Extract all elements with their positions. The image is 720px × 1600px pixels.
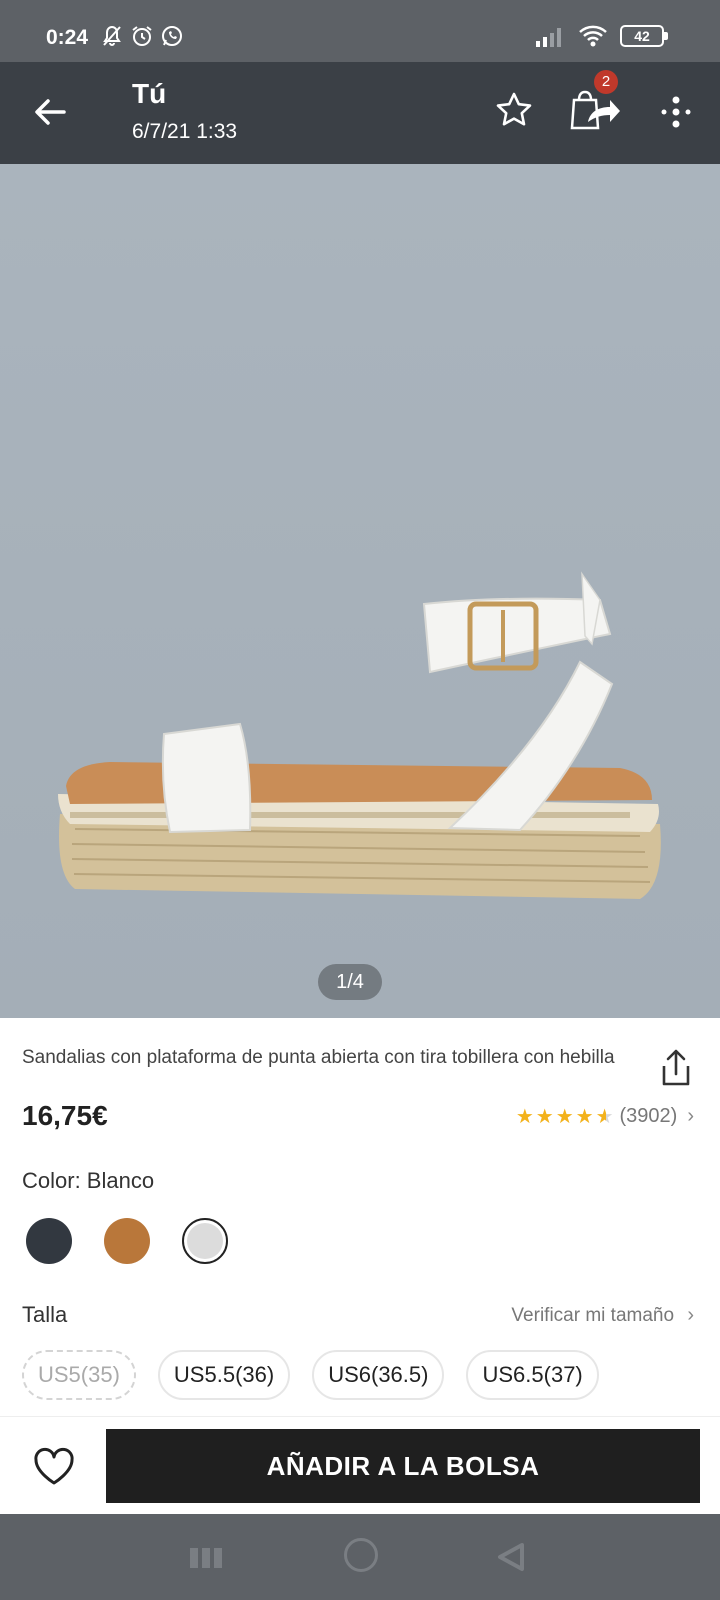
size-chip[interactable]: US6.5(37) — [466, 1350, 599, 1400]
size-check-link[interactable]: Verificar mi tamaño › — [511, 1304, 694, 1327]
alarm-icon — [132, 26, 152, 46]
product-price: 16,75€ — [22, 1100, 108, 1131]
wifi-icon — [579, 25, 607, 47]
size-options: US5(35) US5.5(36) US6(36.5) US6.5(37) — [22, 1350, 599, 1400]
status-icons-right: 42 — [536, 24, 668, 48]
star-half-icon: ★ — [595, 1106, 614, 1128]
bell-off-icon — [103, 25, 121, 46]
home-icon[interactable] — [344, 1538, 378, 1572]
size-check-label: Verificar mi tamaño — [511, 1305, 675, 1326]
rating-summary[interactable]: ★ ★ ★ ★ ★ (3902) › — [516, 1104, 694, 1129]
swatch-white[interactable] — [182, 1218, 228, 1264]
size-chip[interactable]: US5.5(36) — [157, 1350, 291, 1400]
chat-title: Tú — [132, 78, 167, 109]
chevron-right-icon: › — [687, 1304, 694, 1326]
recents-icon[interactable] — [190, 1548, 222, 1568]
star-filled-icon: ★ — [515, 1106, 534, 1128]
signal-icon — [536, 28, 561, 47]
size-label: Talla — [22, 1302, 68, 1327]
color-label: Color: Blanco — [22, 1168, 155, 1193]
star-filled-icon: ★ — [555, 1106, 574, 1128]
app-bar: Tú 6/7/21 1:33 2 — [0, 62, 720, 164]
share-icon[interactable] — [656, 1048, 696, 1088]
add-to-bag-button[interactable]: AÑADIR A LA BOLSA — [106, 1429, 700, 1503]
size-chip[interactable]: US5(35) — [22, 1350, 136, 1400]
whatsapp-icon — [162, 26, 182, 46]
status-icons-left — [100, 24, 184, 48]
swatch-black[interactable] — [26, 1218, 72, 1264]
color-swatches — [26, 1218, 228, 1264]
product-image[interactable]: 1/4 — [0, 164, 720, 1018]
size-chip[interactable]: US6(36.5) — [312, 1350, 445, 1400]
action-bar: AÑADIR A LA BOLSA — [0, 1416, 720, 1514]
review-count: (3902) — [619, 1105, 678, 1127]
swatch-tan[interactable] — [104, 1218, 150, 1264]
status-bar: 0:24 42 — [0, 0, 720, 62]
star-icon[interactable] — [494, 90, 534, 130]
chat-timestamp: 6/7/21 1:33 — [132, 120, 238, 143]
star-filled-icon: ★ — [535, 1106, 554, 1128]
bag-count-badge: 2 — [594, 70, 618, 94]
status-time: 0:24 — [46, 26, 89, 49]
star-filled-icon: ★ — [575, 1106, 594, 1128]
product-title: Sandalias con plataforma de punta abiert… — [22, 1047, 615, 1068]
system-nav-bar — [0, 1514, 720, 1600]
battery-indicator: 42 — [620, 25, 668, 47]
heart-icon[interactable] — [32, 1447, 76, 1487]
back-triangle-icon[interactable] — [496, 1542, 526, 1572]
back-arrow-icon[interactable] — [28, 90, 72, 134]
image-counter: 1/4 — [318, 964, 382, 1000]
chevron-right-icon: › — [687, 1105, 694, 1127]
sandal-illustration — [58, 571, 661, 899]
more-options-icon[interactable] — [656, 90, 696, 134]
